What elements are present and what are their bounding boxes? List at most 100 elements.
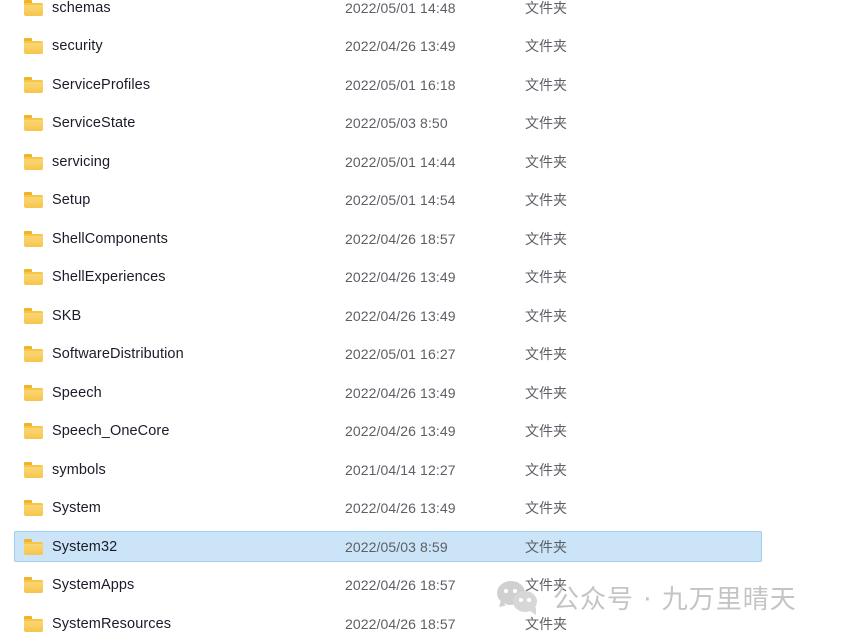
- folder-icon: [24, 153, 43, 170]
- folder-icon: [24, 192, 43, 208]
- file-type: 文件夹: [525, 76, 567, 93]
- file-modified-date: 2022/05/03 8:59: [345, 538, 448, 555]
- cell-name[interactable]: ShellComponents: [24, 223, 168, 254]
- cell-name[interactable]: ServiceState: [24, 108, 135, 139]
- file-name: ShellComponents: [52, 230, 168, 247]
- folder-icon: [24, 230, 43, 247]
- folder-icon: [24, 115, 43, 131]
- file-modified-date: 2022/04/26 13:49: [345, 269, 456, 285]
- cell-name[interactable]: Setup: [24, 185, 90, 216]
- table-row[interactable]: ServiceState 2022/05/03 8:50 文件夹: [0, 108, 865, 139]
- cell-name[interactable]: System32: [24, 531, 117, 562]
- file-type: 文件夹: [525, 346, 567, 362]
- file-name: Speech_OneCore: [52, 423, 170, 439]
- cell-name[interactable]: SKB: [24, 300, 81, 331]
- file-name: schemas: [52, 0, 111, 16]
- folder-icon: [24, 615, 43, 632]
- file-name: Speech: [52, 384, 102, 401]
- folder-icon: [24, 423, 43, 439]
- file-name: ServiceState: [52, 115, 136, 131]
- file-type: 文件夹: [525, 153, 567, 170]
- folder-icon: [24, 500, 43, 516]
- table-row[interactable]: schemas 2022/05/01 14:48 文件夹: [0, 0, 865, 23]
- file-name: SystemApps: [52, 577, 135, 593]
- file-type: 文件夹: [525, 192, 567, 208]
- file-name: System: [52, 500, 101, 516]
- file-type: 文件夹: [525, 230, 567, 247]
- file-type: 文件夹: [525, 538, 567, 555]
- table-row[interactable]: SoftwareDistribution 2022/05/01 16:27 文件夹: [0, 339, 865, 370]
- table-row[interactable]: ShellComponents 2022/04/26 18:57 文件夹: [0, 223, 865, 254]
- cell-name[interactable]: Speech_OneCore: [24, 416, 169, 447]
- file-list[interactable]: schemas 2022/05/01 14:48 文件夹 security 2022/0…: [0, 0, 865, 644]
- file-modified-date: 2022/05/01 14:54: [345, 192, 456, 208]
- cell-name[interactable]: servicing: [24, 146, 110, 177]
- file-name: System32: [52, 538, 118, 555]
- file-name: SKB: [52, 307, 82, 324]
- file-type: 文件夹: [525, 384, 567, 401]
- table-row[interactable]: SystemResources 2022/04/26 18:57 文件夹: [0, 608, 865, 639]
- file-modified-date: 2022/04/26 13:49: [345, 384, 456, 401]
- file-modified-date: 2022/04/26 13:49: [345, 38, 456, 54]
- folder-icon: [24, 461, 43, 478]
- table-row[interactable]: servicing 2022/05/01 14:44 文件夹: [0, 146, 865, 177]
- file-name: servicing: [52, 153, 111, 170]
- cell-name[interactable]: ShellExperiences: [24, 262, 166, 293]
- cell-name[interactable]: schemas: [24, 0, 111, 23]
- file-type: 文件夹: [525, 577, 567, 593]
- file-type: 文件夹: [525, 615, 567, 632]
- table-row[interactable]: System 2022/04/26 13:49 文件夹: [0, 493, 865, 524]
- cell-name[interactable]: ServiceProfiles: [24, 69, 150, 100]
- folder-icon: [24, 577, 43, 593]
- table-row[interactable]: Setup 2022/05/01 14:54 文件夹: [0, 185, 865, 216]
- folder-icon: [24, 0, 43, 16]
- table-row[interactable]: SKB 2022/04/26 13:49 文件夹: [0, 300, 865, 331]
- table-row[interactable]: symbols 2021/04/14 12:27 文件夹: [0, 454, 865, 485]
- file-modified-date: 2022/05/03 8:50: [345, 115, 448, 131]
- file-type: 文件夹: [525, 461, 567, 478]
- cell-name[interactable]: symbols: [24, 454, 106, 485]
- folder-icon: [24, 38, 43, 54]
- cell-name[interactable]: System: [24, 493, 101, 524]
- cell-name[interactable]: SystemApps: [24, 570, 134, 601]
- folder-icon: [24, 538, 43, 555]
- file-modified-date: 2022/04/26 13:49: [345, 307, 456, 324]
- file-name: ShellExperiences: [52, 269, 166, 285]
- cell-name[interactable]: SystemResources: [24, 608, 171, 639]
- file-modified-date: 2022/05/01 14:44: [345, 153, 456, 170]
- file-modified-date: 2022/04/26 13:49: [345, 500, 456, 516]
- file-modified-date: 2022/04/26 18:57: [345, 230, 456, 247]
- folder-icon: [24, 346, 43, 362]
- table-row[interactable]: Speech 2022/04/26 13:49 文件夹: [0, 377, 865, 408]
- file-modified-date: 2022/05/01 16:27: [345, 346, 456, 362]
- file-name: security: [52, 38, 103, 54]
- file-modified-date: 2022/05/01 16:18: [345, 76, 456, 93]
- table-row[interactable]: ServiceProfiles 2022/05/01 16:18 文件夹: [0, 69, 865, 100]
- table-row[interactable]: ShellExperiences 2022/04/26 13:49 文件夹: [0, 262, 865, 293]
- file-name: symbols: [52, 461, 106, 478]
- file-type: 文件夹: [525, 269, 567, 285]
- cell-name[interactable]: SoftwareDistribution: [24, 339, 184, 370]
- file-modified-date: 2022/05/01 14:48: [345, 0, 456, 16]
- file-type: 文件夹: [525, 38, 567, 54]
- file-modified-date: 2021/04/14 12:27: [345, 461, 456, 478]
- table-row[interactable]: System32 2022/05/03 8:59 文件夹: [0, 531, 865, 562]
- folder-icon: [24, 269, 43, 285]
- table-row[interactable]: security 2022/04/26 13:49 文件夹: [0, 31, 865, 62]
- folder-icon: [24, 76, 43, 93]
- file-name: Setup: [52, 192, 91, 208]
- file-modified-date: 2022/04/26 18:57: [345, 577, 456, 593]
- cell-name[interactable]: Speech: [24, 377, 102, 408]
- cell-name[interactable]: security: [24, 31, 103, 62]
- file-type: 文件夹: [525, 115, 567, 131]
- folder-icon: [24, 384, 43, 401]
- file-type: 文件夹: [525, 423, 567, 439]
- file-name: SoftwareDistribution: [52, 346, 184, 362]
- table-row[interactable]: SystemApps 2022/04/26 18:57 文件夹: [0, 570, 865, 601]
- file-name: ServiceProfiles: [52, 76, 151, 93]
- folder-icon: [24, 307, 43, 324]
- file-modified-date: 2022/04/26 13:49: [345, 423, 456, 439]
- file-type: 文件夹: [525, 0, 567, 16]
- table-row[interactable]: Speech_OneCore 2022/04/26 13:49 文件夹: [0, 416, 865, 447]
- file-name: SystemResources: [52, 615, 172, 632]
